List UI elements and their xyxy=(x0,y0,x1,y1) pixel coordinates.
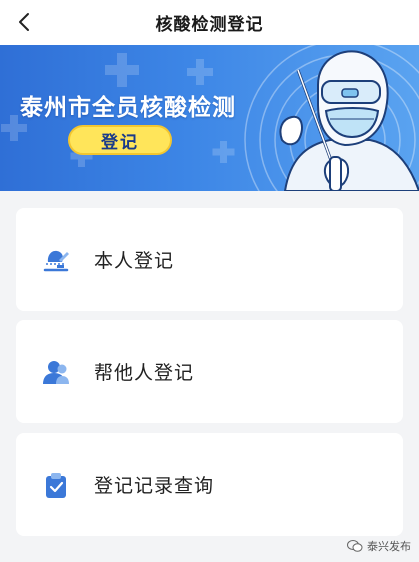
menu-item-label: 本人登记 xyxy=(94,250,175,272)
menu-item-record-query[interactable]: 登记记录查询 xyxy=(16,433,403,536)
chevron-left-icon[interactable] xyxy=(14,11,36,33)
menu-item-register-others[interactable]: 帮他人登记 xyxy=(16,320,403,423)
banner-headline: 泰州市全员核酸检测 xyxy=(20,95,236,121)
top-nav-bar: 核酸检测登记 xyxy=(0,0,419,45)
banner-register-button[interactable]: 登记 xyxy=(68,125,172,155)
menu-item-label: 登记记录查询 xyxy=(94,475,215,497)
page-title: 核酸检测登记 xyxy=(155,15,264,35)
watermark: 泰兴发布 xyxy=(347,538,411,554)
menu-item-self-register[interactable]: 本人登记 xyxy=(16,208,403,311)
clipboard-check-icon xyxy=(46,473,66,498)
menu-item-label: 帮他人登记 xyxy=(94,362,195,384)
watermark-text: 泰兴发布 xyxy=(367,540,411,553)
wechat-icon xyxy=(347,540,363,552)
self-register-icon xyxy=(43,250,69,272)
hero-banner: 泰州市全员核酸检测 登记 xyxy=(0,45,419,191)
users-icon xyxy=(43,361,69,384)
